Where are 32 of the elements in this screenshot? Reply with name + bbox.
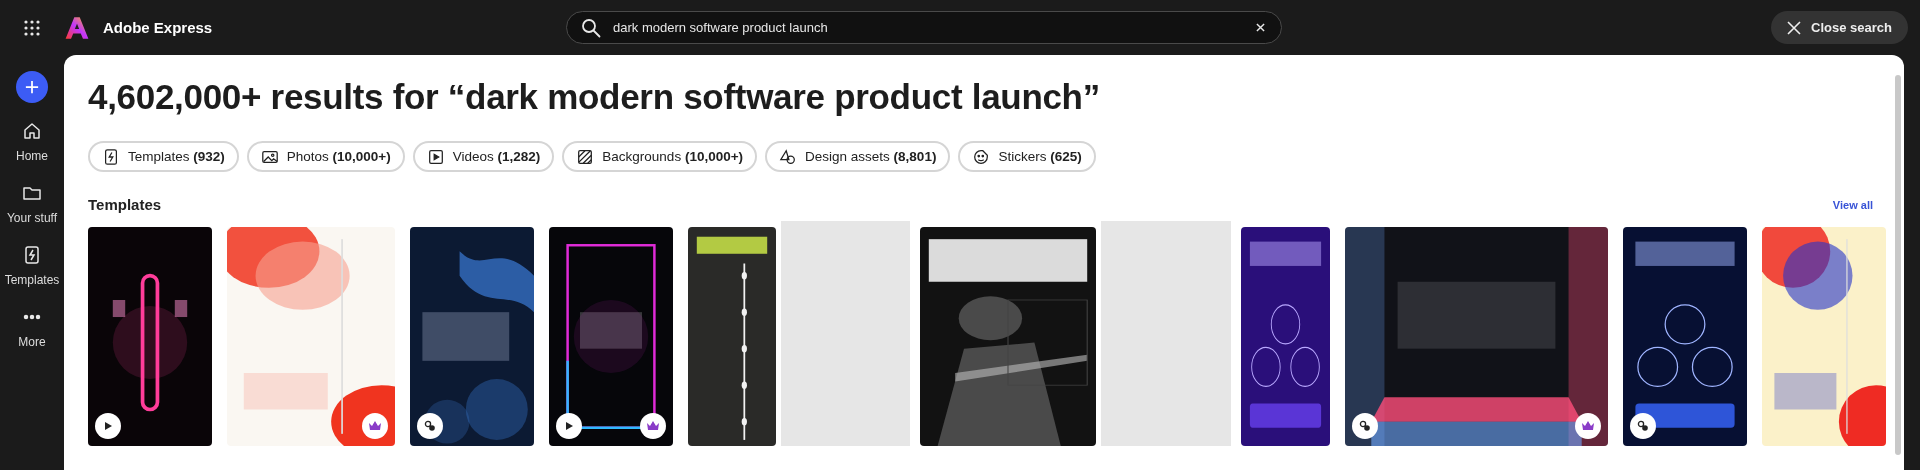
- section-title: Templates: [88, 196, 162, 213]
- play-icon: [426, 147, 445, 166]
- results-heading: 4,602,000+ results for “dark modern software product launch”: [88, 76, 1101, 118]
- filter-chip[interactable]: Backgrounds (10,000+): [562, 141, 758, 172]
- filter-chip[interactable]: Videos (1,282): [412, 141, 555, 172]
- view-all-link[interactable]: View all: [1832, 198, 1873, 211]
- lightning-icon: [22, 245, 42, 265]
- app-grid-icon[interactable]: [24, 19, 40, 36]
- sidebar-item[interactable]: Your stuff: [1, 179, 63, 229]
- filter-chip[interactable]: Design assets (8,801): [765, 141, 951, 172]
- home-icon: [22, 121, 42, 141]
- app-name: Adobe Express: [103, 19, 213, 36]
- hatched-square-icon: [576, 147, 595, 166]
- lightning-icon: [102, 147, 120, 166]
- smiley-icon: [972, 147, 991, 166]
- filter-chip[interactable]: Stickers (625): [958, 141, 1096, 172]
- filter-chip[interactable]: Templates (932): [88, 141, 239, 172]
- shapes-icon: [779, 147, 798, 166]
- filter-chip[interactable]: Photos (10,000+): [246, 141, 405, 172]
- search-input[interactable]: dark modern software product launch: [613, 20, 1244, 35]
- plus-icon: [25, 80, 39, 94]
- search-field[interactable]: dark modern software product launch: [566, 11, 1282, 44]
- close-icon: [1787, 20, 1802, 35]
- clear-icon[interactable]: [1256, 23, 1265, 32]
- create-button[interactable]: [16, 71, 48, 103]
- sidebar-item[interactable]: More: [1, 303, 63, 353]
- scrollbar[interactable]: [1895, 75, 1901, 455]
- close-search-button[interactable]: Close search: [1771, 11, 1908, 44]
- sidebar-item[interactable]: Templates: [1, 241, 63, 291]
- search-icon: [581, 17, 601, 38]
- logo-icon[interactable]: [64, 14, 90, 41]
- sidebar-item[interactable]: Home: [1, 117, 63, 167]
